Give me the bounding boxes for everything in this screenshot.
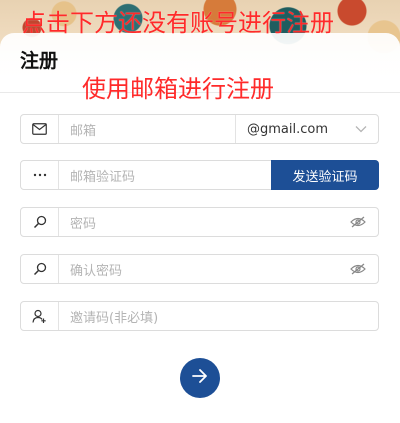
eye-off-icon[interactable]	[338, 263, 378, 275]
user-plus-icon	[21, 302, 59, 330]
email-input[interactable]: 邮箱	[59, 120, 235, 139]
envelope-icon	[21, 115, 59, 143]
send-code-button[interactable]: 发送验证码	[271, 160, 379, 190]
password-field[interactable]: 密码	[20, 207, 379, 237]
page-title: 注册	[20, 50, 59, 72]
submit-button[interactable]	[180, 358, 220, 398]
dots-icon	[21, 161, 59, 189]
confirm-password-input[interactable]: 确认密码	[59, 260, 338, 279]
annotation-top-note: 点击下方还没有账号进行注册	[22, 9, 334, 37]
key-search-icon	[21, 208, 59, 236]
password-input[interactable]: 密码	[59, 213, 338, 232]
email-code-field[interactable]: 邮箱验证码 发送验证码	[20, 160, 379, 190]
annotation-mid-note: 使用邮箱进行注册	[82, 75, 274, 103]
confirm-password-field[interactable]: 确认密码	[20, 254, 379, 284]
invite-code-input[interactable]: 邀请码(非必填)	[59, 307, 378, 326]
email-field[interactable]: 邮箱 @gmail.com	[20, 114, 379, 144]
invite-code-field[interactable]: 邀请码(非必填)	[20, 301, 379, 331]
chevron-down-icon	[355, 122, 367, 137]
eye-off-icon[interactable]	[338, 216, 378, 228]
arrow-right-icon	[191, 368, 209, 388]
email-domain-value: @gmail.com	[247, 121, 329, 137]
email-code-input[interactable]: 邮箱验证码	[59, 166, 271, 185]
key-search-icon	[21, 255, 59, 283]
email-domain-select[interactable]: @gmail.com	[235, 115, 378, 143]
